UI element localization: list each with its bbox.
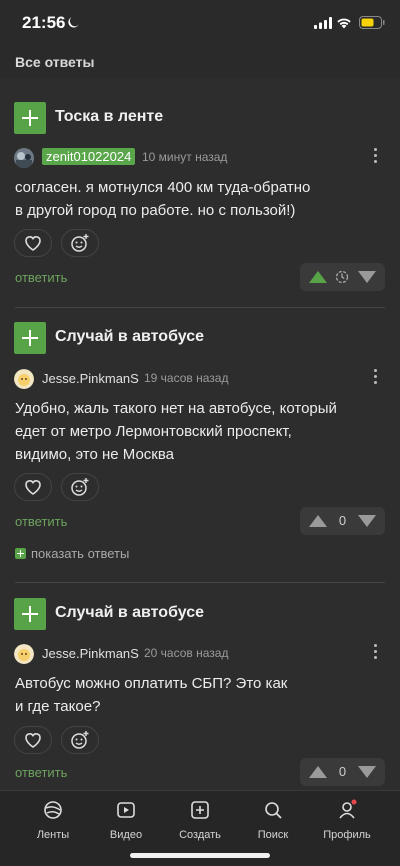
downvote-arrow-icon[interactable] xyxy=(358,515,376,527)
comment-line: согласен. я мотнулся 400 км туда-обратно xyxy=(15,179,311,196)
author-row: Jesse.PinkmanS 19 часов назад xyxy=(14,369,386,389)
profile-icon xyxy=(339,799,357,819)
avatar[interactable] xyxy=(14,148,34,168)
comment-line: Автобус можно оплатить СБП? Это как xyxy=(15,675,288,692)
expand-plus-icon[interactable] xyxy=(14,322,46,354)
post-title: Случай в автобусе xyxy=(55,604,205,621)
expand-plus-icon[interactable] xyxy=(14,102,46,134)
comment-line: в другой город по работе. но с пользой!) xyxy=(15,202,296,219)
author-row: zenit01022024 10 минут назад xyxy=(14,148,386,168)
like-button[interactable] xyxy=(14,229,52,257)
avatar[interactable] xyxy=(14,644,34,664)
like-button[interactable] xyxy=(14,726,52,754)
status-time: 21:56 xyxy=(22,13,66,32)
vote-box xyxy=(300,263,385,291)
more-options-icon[interactable] xyxy=(372,644,378,662)
tab-feeds[interactable]: Ленты xyxy=(18,799,88,841)
feeds-icon xyxy=(44,801,62,819)
tab-label: Видео xyxy=(109,829,143,841)
author-name[interactable]: Jesse.PinkmanS xyxy=(42,646,139,661)
expand-plus-icon[interactable] xyxy=(14,598,46,630)
vote-box: 0 xyxy=(300,507,385,535)
emoji-reaction-button[interactable] xyxy=(61,229,99,257)
tab-label: Поиск xyxy=(257,829,289,841)
smiley-add-icon xyxy=(71,234,89,252)
show-replies-link[interactable]: показать ответы xyxy=(15,546,129,561)
tab-label: Ленты xyxy=(36,829,70,841)
page-title: Все ответы xyxy=(15,54,95,70)
emoji-reaction-button[interactable] xyxy=(61,473,99,501)
tab-label: Профиль xyxy=(323,829,371,841)
author-name[interactable]: zenit01022024 xyxy=(42,148,136,165)
post-title: Случай в автобусе xyxy=(55,328,205,345)
search-icon xyxy=(265,802,282,819)
more-options-icon[interactable] xyxy=(372,369,378,387)
tab-search[interactable]: Поиск xyxy=(238,799,308,841)
tab-create[interactable]: Создать xyxy=(165,799,235,841)
upvote-arrow-icon[interactable] xyxy=(309,271,327,283)
emoji-reaction-button[interactable] xyxy=(61,726,99,754)
comment-text: согласен. я мотнулся 400 км туда-обратно… xyxy=(15,176,385,222)
downvote-arrow-icon[interactable] xyxy=(358,766,376,778)
comment-line: видимо, это не Москва xyxy=(15,446,175,463)
heart-icon xyxy=(25,480,41,495)
reply-link[interactable]: ответить xyxy=(15,514,67,529)
comments-list[interactable]: Тоска в ленте zenit01022024 10 минут наз… xyxy=(0,78,400,790)
author-row: Jesse.PinkmanS 20 часов назад xyxy=(14,644,386,664)
timestamp: 10 минут назад xyxy=(142,150,228,164)
home-indicator xyxy=(130,853,270,858)
reply-link[interactable]: ответить xyxy=(15,270,67,285)
more-options-icon[interactable] xyxy=(372,148,378,166)
downvote-arrow-icon[interactable] xyxy=(358,271,376,283)
smiley-add-icon xyxy=(71,731,89,749)
comment-line: едет от метро Лермонтовский проспект, xyxy=(15,423,292,440)
plus-icon xyxy=(15,548,26,559)
avatar[interactable] xyxy=(14,369,34,389)
battery-icon xyxy=(359,16,385,29)
vote-box: 0 xyxy=(300,758,385,786)
tab-label: Создать xyxy=(179,829,221,841)
tab-profile[interactable]: Профиль xyxy=(312,799,382,841)
comment-text: Удобно, жаль такого нет на автобусе, кот… xyxy=(15,397,385,466)
smiley-add-icon xyxy=(71,478,89,496)
wifi-icon xyxy=(337,18,351,29)
timestamp: 19 часов назад xyxy=(144,371,229,385)
signal-icon xyxy=(314,17,332,29)
heart-icon xyxy=(25,236,41,251)
show-replies-label: показать ответы xyxy=(31,546,130,561)
timestamp: 20 часов назад xyxy=(144,646,229,660)
like-button[interactable] xyxy=(14,473,52,501)
create-icon xyxy=(191,801,209,819)
comment-line: и где такое? xyxy=(15,698,101,715)
comment-line: Удобно, жаль такого нет на автобусе, кот… xyxy=(15,400,337,417)
status-bar: 21:56 xyxy=(0,0,400,46)
heart-icon xyxy=(25,733,41,748)
section-header: Все ответы xyxy=(0,46,400,78)
reply-link[interactable]: ответить xyxy=(15,765,67,780)
video-icon xyxy=(117,802,135,818)
author-name[interactable]: Jesse.PinkmanS xyxy=(42,371,139,386)
timer-icon xyxy=(335,270,349,284)
post-title: Тоска в ленте xyxy=(55,108,164,125)
moon-icon xyxy=(68,17,79,28)
divider xyxy=(15,307,385,308)
tab-video[interactable]: Видео xyxy=(91,799,161,841)
comment-text: Автобус можно оплатить СБП? Это как и гд… xyxy=(15,672,385,718)
divider xyxy=(15,582,385,583)
